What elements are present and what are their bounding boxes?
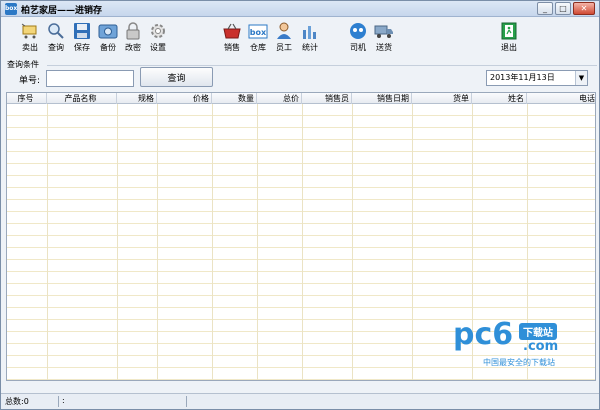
basket-icon <box>222 22 242 40</box>
grid-column-divider <box>352 104 353 380</box>
column-header-phone[interactable]: 电话 <box>527 93 595 104</box>
query-button[interactable]: 查询 <box>140 67 213 87</box>
app-window: box 柏艺家居——进销存 _ □ ✕ 卖出 查询 保存 备份 改密 设置 销售… <box>0 0 600 410</box>
driver-icon <box>348 22 368 40</box>
grid-column-divider <box>212 104 213 380</box>
watermark-badge: 下载站 <box>519 323 557 340</box>
magnifier-icon <box>46 22 66 40</box>
watermark-logo: pc6 <box>453 317 514 352</box>
maximize-button[interactable]: □ <box>555 2 571 15</box>
column-header-product[interactable]: 产品名称 <box>47 93 117 104</box>
column-header-sale-date[interactable]: 销售日期 <box>352 93 412 104</box>
pc6-watermark: pc6 下载站 .com 中国最安全的下载站 <box>453 319 593 369</box>
status-bar: 总数:0 : <box>1 393 599 409</box>
column-header-spec[interactable]: 规格 <box>117 93 157 104</box>
save-icon <box>72 22 92 40</box>
title-bar[interactable]: box 柏艺家居——进销存 _ □ ✕ <box>1 1 599 17</box>
column-header-salesperson[interactable]: 销售员 <box>302 93 352 104</box>
window-title: 柏艺家居——进销存 <box>21 6 103 16</box>
exit-button[interactable]: 退出 <box>494 22 524 56</box>
backup-icon <box>98 22 118 40</box>
delivery-button[interactable]: 送货 <box>369 22 399 56</box>
exit-label: 退出 <box>501 43 517 52</box>
minimize-button[interactable]: _ <box>537 2 553 15</box>
query-group-divider <box>47 65 597 66</box>
cart-sell-icon <box>20 22 40 40</box>
grid-column-divider <box>157 104 158 380</box>
order-number-label: 单号: <box>19 76 41 86</box>
close-button[interactable]: ✕ <box>573 2 595 15</box>
app-icon: box <box>5 3 17 15</box>
query-group-title: 查询条件 <box>7 60 39 69</box>
status-divider <box>186 396 187 407</box>
column-header-price[interactable]: 价格 <box>157 93 212 104</box>
chart-icon <box>300 22 320 40</box>
column-header-name[interactable]: 姓名 <box>472 93 527 104</box>
grid-column-divider <box>302 104 303 380</box>
delivery-label: 送货 <box>376 43 392 52</box>
lock-icon <box>123 22 143 40</box>
truck-icon <box>374 22 394 40</box>
person-icon <box>274 22 294 40</box>
column-header-quantity[interactable]: 数量 <box>212 93 257 104</box>
order-number-input[interactable] <box>46 70 134 87</box>
column-header-total[interactable]: 总价 <box>257 93 302 104</box>
settings-button[interactable]: 设置 <box>143 22 173 56</box>
chevron-down-icon[interactable]: ▼ <box>575 71 587 85</box>
box-icon: box <box>248 22 268 40</box>
exit-icon <box>499 22 519 40</box>
svg-text:box: box <box>250 28 267 37</box>
watermark-slogan: 中国最安全的下载站 <box>483 358 555 367</box>
date-picker[interactable]: 2013年11月13日 ▼ <box>486 70 588 86</box>
statistics-button[interactable]: 统计 <box>295 22 325 56</box>
grid-column-divider <box>257 104 258 380</box>
date-value: 2013年11月13日 <box>490 73 555 82</box>
toolbar: 卖出 查询 保存 备份 改密 设置 销售 box 仓库 员工 统计 司机 送货 … <box>1 18 599 58</box>
watermark-domain: .com <box>523 339 559 354</box>
column-header-invoice[interactable]: 货单 <box>412 93 472 104</box>
grid-column-divider <box>117 104 118 380</box>
statistics-label: 统计 <box>302 43 318 52</box>
total-count: 总数:0 <box>5 397 29 406</box>
grid-column-divider <box>47 104 48 380</box>
grid-header: 序号 产品名称 规格 价格 数量 总价 销售员 销售日期 货单 姓名 电话 <box>7 93 595 104</box>
gear-icon <box>148 22 168 40</box>
status-secondary: : <box>62 396 65 405</box>
settings-label: 设置 <box>150 43 166 52</box>
status-divider <box>58 396 59 407</box>
column-header-index[interactable]: 序号 <box>7 93 47 104</box>
grid-column-divider <box>412 104 413 380</box>
